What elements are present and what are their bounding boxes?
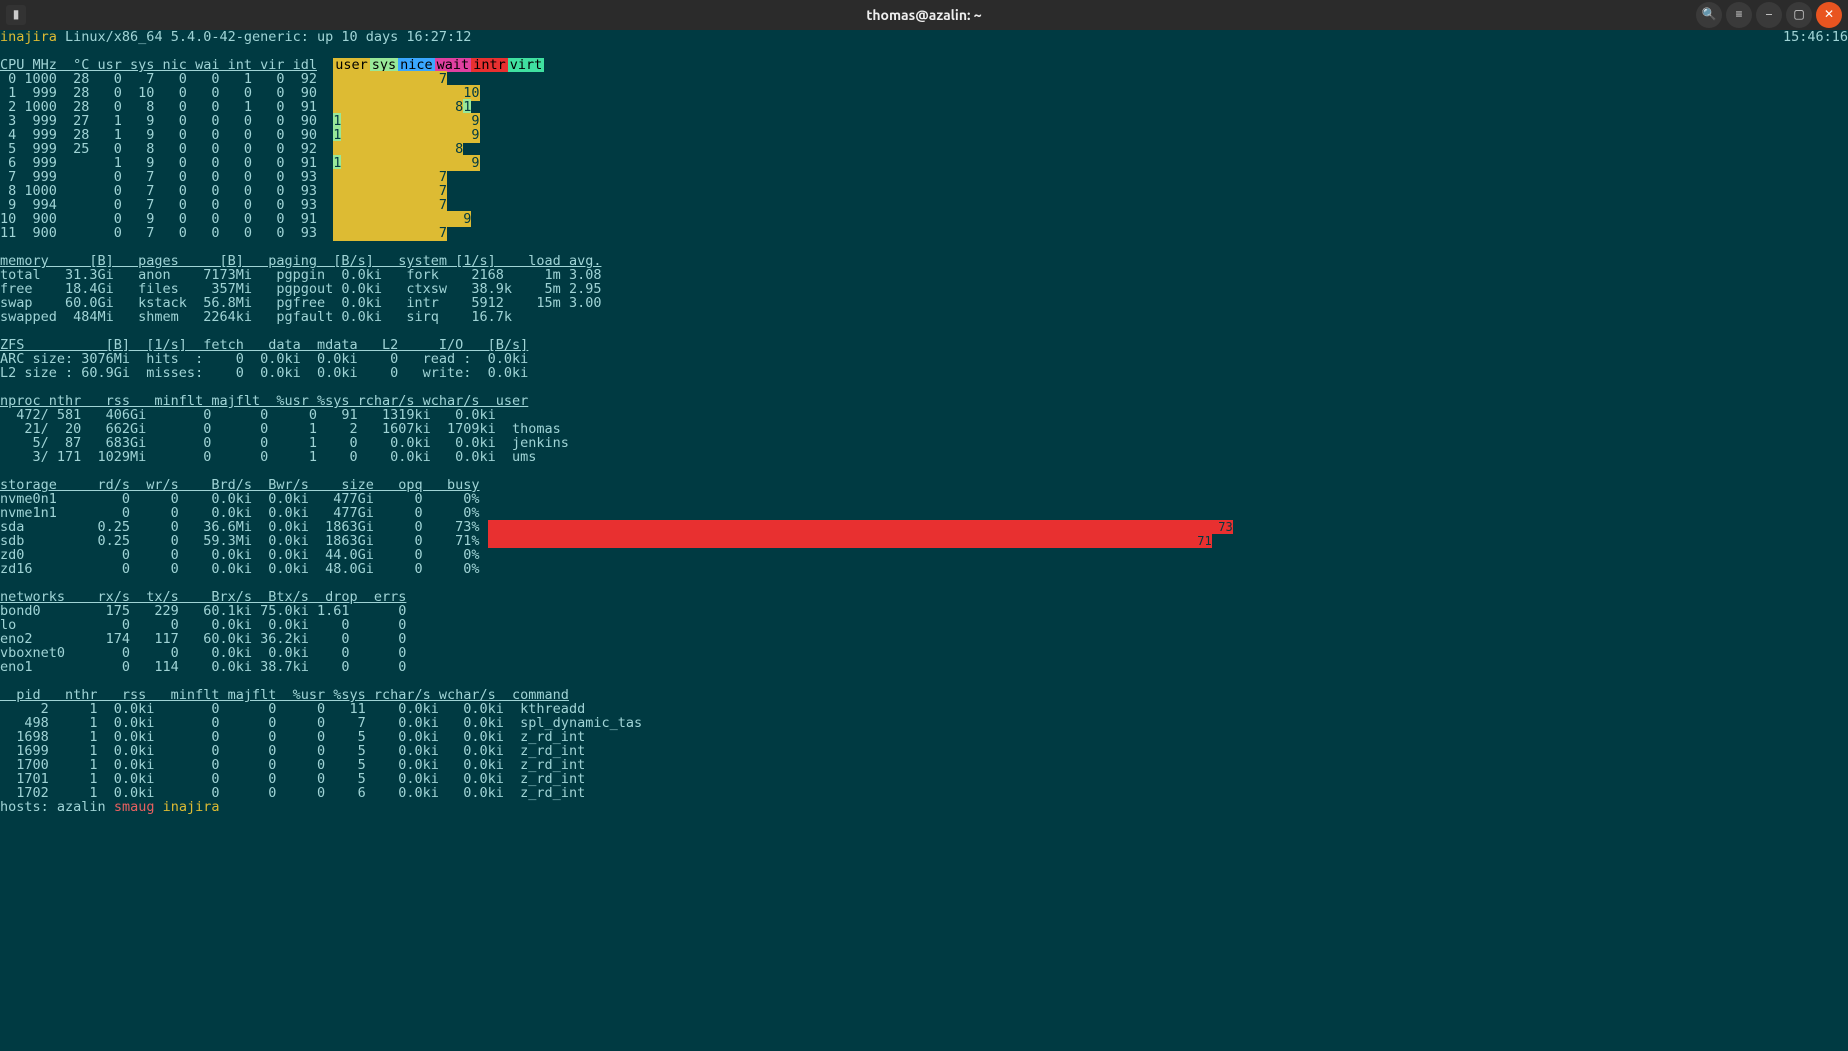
terminal[interactable]: inajira Linux/x86_64 5.4.0-42-generic: u… bbox=[0, 30, 1848, 1051]
close-button[interactable]: ✕ bbox=[1816, 2, 1842, 28]
titlebar: ▮ thomas@azalin: ~ 🔍 ≡ – ▢ ✕ bbox=[0, 0, 1848, 30]
search-icon[interactable]: 🔍 bbox=[1696, 2, 1722, 28]
app-menu-icon[interactable]: ▮ bbox=[6, 5, 26, 25]
maximize-button[interactable]: ▢ bbox=[1786, 2, 1812, 28]
window-title: thomas@azalin: ~ bbox=[0, 8, 1848, 22]
menu-icon[interactable]: ≡ bbox=[1726, 2, 1752, 28]
minimize-button[interactable]: – bbox=[1756, 2, 1782, 28]
